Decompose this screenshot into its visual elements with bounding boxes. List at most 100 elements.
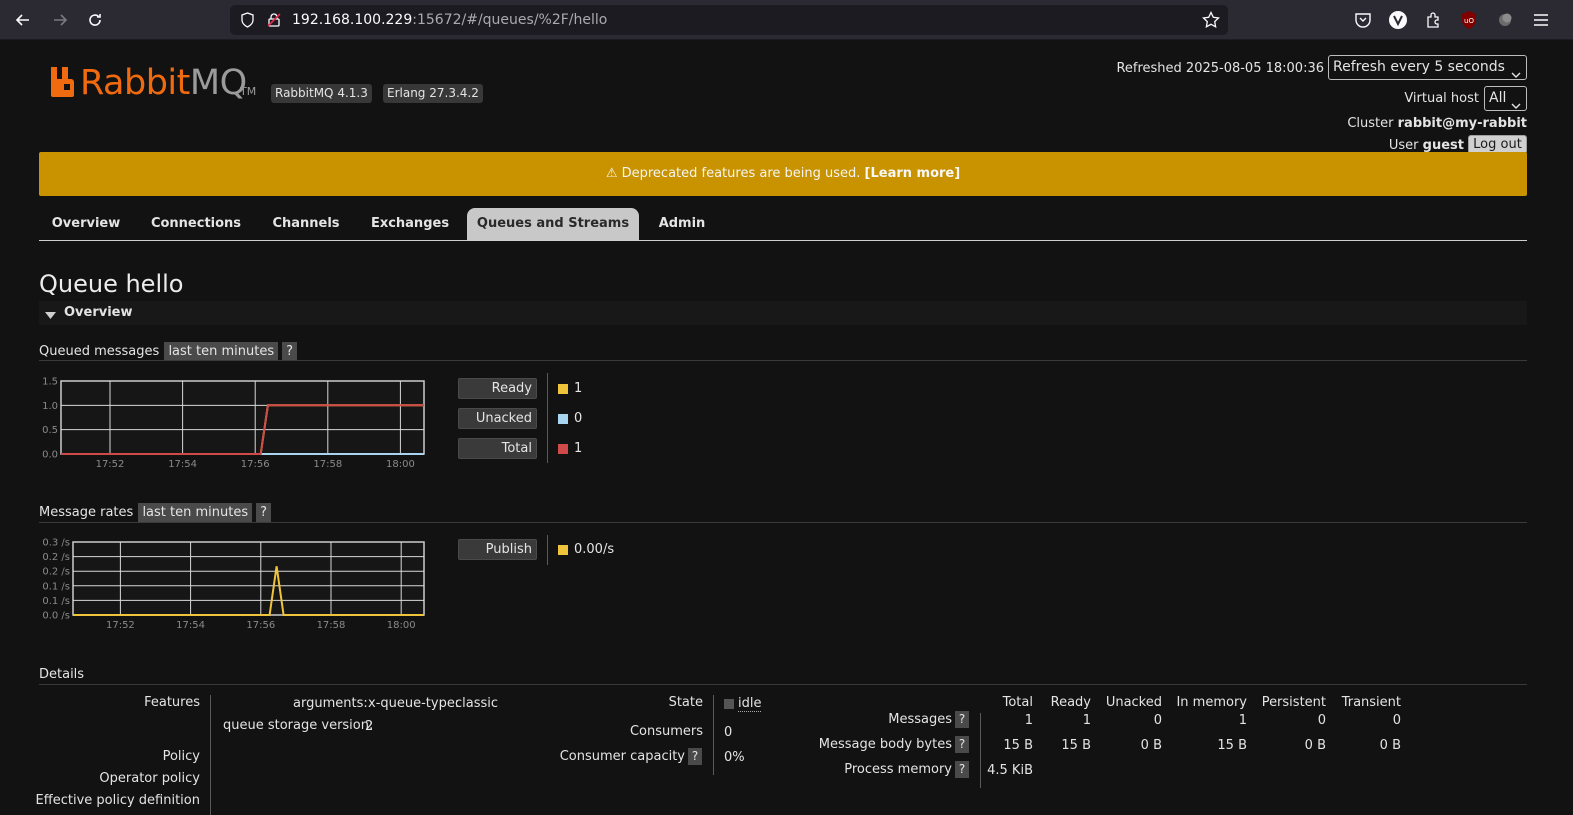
forward-icon[interactable] — [48, 8, 72, 32]
x-tick-label: 17:58 — [313, 459, 342, 470]
tab-connections[interactable]: Connections — [139, 208, 253, 240]
insecure-lock-icon[interactable] — [266, 12, 282, 32]
messages-help-button[interactable]: ? — [955, 711, 969, 728]
y-tick-label: 0.1 /s — [42, 581, 70, 592]
col-total: Total — [1002, 695, 1033, 710]
learn-more-link[interactable]: [Learn more] — [865, 166, 961, 181]
consumers-label: Consumers — [629, 724, 703, 739]
user-label: User — [1388, 138, 1419, 153]
y-tick-label: 0.3 /s — [42, 538, 70, 549]
y-tick-label: 0.2 /s — [42, 552, 70, 563]
col-unacked: Unacked — [1105, 695, 1162, 710]
process-memory-help-button[interactable]: ? — [955, 761, 969, 778]
body-bytes-help-button[interactable]: ? — [955, 736, 969, 753]
logo-rabbit: Rabbit — [80, 63, 190, 103]
rates-help-button[interactable]: ? — [256, 503, 272, 522]
page-title: Queue hello — [39, 270, 184, 298]
process-memory-row-label: Process memory — [844, 762, 952, 777]
extension-v-icon[interactable] — [1387, 9, 1409, 31]
state-idle-indicator — [724, 699, 734, 709]
arguments-label: arguments: — [293, 696, 368, 711]
storage-version-label: queue storage version: — [223, 718, 374, 733]
y-tick-label: 0.5 — [42, 425, 58, 436]
back-icon[interactable] — [11, 8, 35, 32]
y-tick-label: 0.0 /s — [42, 611, 70, 622]
x-tick-label: 18:00 — [387, 620, 416, 631]
browser-toolbar: 192.168.100.229:15672/#/queues/%2F/hello… — [0, 0, 1573, 40]
col-in-memory: In memory — [1176, 695, 1247, 710]
x-tick-label: 17:54 — [168, 459, 197, 470]
chevron-down-icon — [1511, 64, 1521, 87]
url-bar[interactable]: 192.168.100.229:15672/#/queues/%2F/hello — [230, 5, 1228, 35]
y-tick-label: 0.1 /s — [42, 596, 70, 607]
tracking-shield-icon[interactable] — [240, 12, 255, 32]
overview-section-toggle[interactable]: Overview — [39, 301, 1527, 325]
publish-value: 0.00/s — [574, 542, 615, 557]
virtual-host-select[interactable]: All — [1484, 86, 1527, 111]
queued-messages-chart: 17:52 17:54 17:56 17:58 18:00 1.5 1.0 0.5 0.0 — [42, 377, 425, 470]
menu-hamburger-icon[interactable] — [1530, 9, 1552, 31]
x-tick-label: 17:54 — [176, 620, 205, 631]
messages-transient: 0 — [1392, 713, 1401, 728]
y-tick-label: 0.0 — [42, 450, 58, 461]
cluster-name: rabbit@my-rabbit — [1397, 116, 1527, 131]
capacity-help-button[interactable]: ? — [688, 748, 702, 765]
body-bytes-ready: 15 B — [1061, 738, 1091, 753]
tab-exchanges[interactable]: Exchanges — [359, 208, 461, 240]
extensions-puzzle-icon[interactable] — [1423, 9, 1445, 31]
ublock-origin-icon[interactable]: uO — [1458, 9, 1480, 31]
queued-help-button[interactable]: ? — [282, 342, 298, 361]
extension-moon-icon[interactable] — [1494, 9, 1516, 31]
erlang-version-badge: Erlang 27.3.4.2 — [383, 84, 483, 103]
user-name: guest — [1422, 138, 1464, 153]
messages-unacked: 0 — [1153, 713, 1162, 728]
refreshed-timestamp: Refreshed 2025-08-05 18:00:36 — [1116, 61, 1324, 76]
x-tick-label: 18:00 — [386, 459, 415, 470]
tab-overview[interactable]: Overview — [39, 208, 133, 240]
divider — [39, 360, 1527, 361]
process-memory-value: 4.5 KiB — [987, 763, 1033, 778]
consumers-value: 0 — [724, 725, 733, 740]
legend-unacked-toggle[interactable]: Unacked — [458, 408, 537, 429]
arg-queue-type-key: x-queue-type: — [368, 696, 460, 711]
bookmark-star-icon[interactable] — [1202, 10, 1220, 33]
warning-text: ⚠ Deprecated features are being used. — [605, 166, 861, 181]
unacked-swatch — [558, 414, 568, 424]
publish-swatch — [558, 545, 568, 555]
tab-queues-and-streams[interactable]: Queues and Streams — [467, 208, 639, 240]
tab-channels[interactable]: Channels — [259, 208, 353, 240]
legend-publish-toggle[interactable]: Publish — [458, 539, 537, 560]
body-bytes-transient: 0 B — [1379, 738, 1401, 753]
legend-ready-toggle[interactable]: Ready — [458, 378, 537, 399]
messages-persistent: 0 — [1317, 713, 1326, 728]
col-persistent: Persistent — [1261, 695, 1326, 710]
total-value: 1 — [574, 441, 583, 456]
overview-section-label: Overview — [64, 305, 133, 320]
plot-area — [72, 541, 425, 616]
tab-admin[interactable]: Admin — [645, 208, 719, 240]
x-tick-label: 17:52 — [96, 459, 125, 470]
url-host: 192.168.100.229 — [292, 12, 413, 28]
total-swatch — [558, 444, 568, 454]
rates-range-selector[interactable]: last ten minutes — [138, 503, 253, 522]
effective-policy-label: Effective policy definition — [35, 793, 200, 808]
details-divider — [713, 695, 714, 775]
url-text[interactable]: 192.168.100.229:15672/#/queues/%2F/hello — [292, 12, 607, 28]
refresh-interval-select[interactable]: Refresh every 5 seconds — [1328, 55, 1527, 80]
state-label: State — [668, 695, 703, 710]
divider — [39, 684, 1527, 685]
collapse-triangle-icon — [45, 309, 56, 324]
queued-messages-header: Queued messages last ten minutes? — [39, 342, 298, 361]
pocket-icon[interactable] — [1352, 9, 1374, 31]
details-title: Details — [39, 667, 85, 682]
arg-queue-type-value: classic — [455, 696, 499, 711]
queued-messages-title: Queued messages — [39, 344, 160, 359]
unacked-value: 0 — [574, 411, 583, 426]
ready-swatch — [558, 384, 568, 394]
storage-version-value: 2 — [365, 719, 374, 734]
reload-icon[interactable] — [83, 8, 107, 32]
legend-total-toggle[interactable]: Total — [458, 438, 537, 459]
queued-range-selector[interactable]: last ten minutes — [164, 342, 279, 361]
rabbitmq-logo-icon[interactable] — [50, 66, 78, 102]
operator-policy-label: Operator policy — [99, 771, 200, 786]
